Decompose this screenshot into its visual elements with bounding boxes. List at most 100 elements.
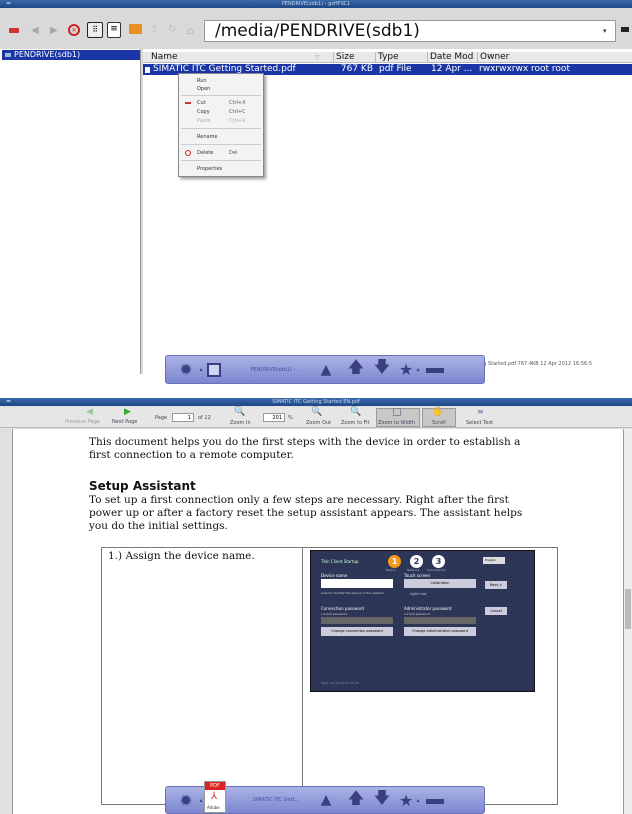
delete-icon [185,150,191,156]
select-text-button[interactable]: Select Text [466,420,493,426]
menu-shortcut: Ctrl+V [229,118,246,124]
pdf-scrollbar[interactable] [624,429,632,814]
up-icon[interactable]: ⇧ [150,24,158,35]
prev-page-icon[interactable]: ◀ [86,407,93,417]
zoom-out-button[interactable]: Zoom Out [306,420,331,426]
page-label: Page [155,415,168,421]
sort-icon: ▽ [315,54,320,61]
zoom-width-button[interactable]: Zoom to Width [378,420,415,426]
zoom-percent: % [288,415,293,421]
shot-change-admin-button: Change administrator password [404,627,476,636]
arrow-down-icon[interactable]: 🡇 [370,787,394,813]
shot-device-name-input [321,579,393,588]
list-view-icon[interactable]: ≡ [107,22,121,38]
step-1-label: 1.) Assign the device name. [108,550,255,562]
page-count: of 12 [198,415,211,421]
window-icon[interactable] [207,363,221,377]
tree-item-label: PENDRIVE(sdb1) [14,50,81,59]
select-text-icon[interactable]: ≡ [477,407,484,416]
fm-dock: ✹ ▴ PENDRIVE(sdb1) - ... ▲ 🡅 🡇 ★ ▴ [165,355,485,384]
zoom-input[interactable]: 201 [263,413,285,422]
home-icon[interactable]: ⌂ [187,24,194,37]
scroll-thumb[interactable] [625,589,631,629]
menu-item-delete[interactable]: Delete Del [179,148,261,158]
menu-arrow-icon[interactable]: ▴ [197,356,205,383]
shot-step-label-3: Connections [427,568,446,572]
scroll-icon: 🖐 [432,407,444,417]
shot-step-label-2: Network [407,568,420,572]
zoom-out-icon[interactable]: 🔍 [311,407,322,417]
shot-cancel-button: Cancel [485,607,507,615]
menu-divider [181,144,261,145]
pdf-app-icon[interactable]: PDF ⅄ Adobe [204,781,226,813]
menu-label: Properties [197,166,223,172]
next-page-icon[interactable]: ▶ [124,407,131,417]
refresh-icon[interactable]: ↻ [168,24,176,35]
section-heading: Setup Assistant [89,479,196,493]
menu-item-paste[interactable]: Paste Ctrl+V [179,116,261,126]
zoom-fit-button[interactable]: Zoom to Fit [341,420,369,426]
drive-icon[interactable] [9,28,19,33]
page-input[interactable]: 1 [172,413,194,422]
path-dropdown-icon[interactable]: ▾ [603,27,607,35]
zoom-fit-icon[interactable]: 🔍 [350,407,361,417]
shot-step-1: 1 [388,555,401,568]
shot-title: Thin Client Startup [321,559,359,564]
minimize-bar-icon[interactable] [426,368,444,373]
setup-paragraph: To set up a first connection only a few … [89,494,523,532]
pdf-menu-icon[interactable]: = [6,398,11,406]
go-icon[interactable] [621,27,629,32]
menu-item-open[interactable]: Open [179,84,261,94]
dock-task-fm[interactable]: PENDRIVE(sdb1) - ... [228,356,324,383]
menu-divider [181,95,261,96]
arrow-up-icon[interactable]: 🡅 [344,356,368,383]
shot-calibration-button: Calibration [404,579,476,588]
col-size-header[interactable]: Size [333,52,354,63]
settings-icon[interactable]: ✹ [174,356,198,383]
stop-icon[interactable]: × [68,24,80,36]
col-type-header[interactable]: Type [375,52,399,63]
arrow-down-icon[interactable]: 🡇 [370,356,394,383]
shot-right-mat: right mat [410,592,427,596]
triangle-up-icon[interactable]: ▲ [314,356,338,383]
new-folder-icon[interactable] [129,24,142,34]
arrow-up-icon[interactable]: 🡅 [344,787,368,813]
next-page-button[interactable]: Next Page [112,419,137,425]
menu-item-properties[interactable]: Properties [179,164,261,174]
file-type: pdf File [379,64,412,74]
adobe-icon: ⅄ [211,791,218,802]
menu-label: Copy [197,109,210,115]
shot-conn-current: current password [321,612,348,616]
triangle-up-icon[interactable]: ▲ [314,787,338,813]
settings-icon[interactable]: ✹ [174,787,198,813]
col-owner-header[interactable]: Owner [477,52,509,63]
fm-menu-icon[interactable]: = [6,0,11,8]
menu-label: Delete [197,150,214,156]
minimize-bar-icon[interactable] [426,799,444,804]
fm-toolbar: ◀ ▶ × ⠿ ≡ ⇧ ↻ ⌂ /media/PENDRIVE(sdb1) ▾ [0,18,632,48]
scroll-button[interactable]: Scroll [432,420,446,426]
zoom-in-button[interactable]: Zoom In [230,420,251,426]
star-arrow-icon[interactable]: ▴ [414,787,422,813]
zoom-in-icon[interactable]: 🔍 [234,407,245,417]
icon-view-icon[interactable]: ⠿ [87,22,103,38]
shot-next-button: Next > [485,581,507,589]
star-arrow-icon[interactable]: ▴ [414,356,422,383]
back-icon[interactable]: ◀ [31,25,39,36]
fm-window-title: PENDRIVE(sdb1) - gsHFXC1 [281,1,351,7]
prev-page-button[interactable]: Previous Page [65,419,100,425]
col-date-header[interactable]: Date Mod [427,52,473,63]
path-field[interactable]: /media/PENDRIVE(sdb1) [204,20,616,42]
menu-item-rename[interactable]: Rename [179,132,261,142]
drive-tree-icon [5,53,11,57]
menu-label: Paste [197,118,211,124]
fm-status-bar: ng Started.pdf 767.4KB 12 Apr 2012 16:56… [480,361,593,367]
pdf-title-bar: SIMATIC ITC Getting Started EN.pdf = [0,398,632,406]
zoom-width-icon [393,408,401,416]
tree-item-pendrive[interactable]: PENDRIVE(sdb1) [2,50,140,60]
document-area: This document helps you do the first ste… [12,429,624,814]
pdf-toolbar: ◀ Previous Page ▶ Next Page Page 1 of 12… [0,407,632,428]
forward-icon[interactable]: ▶ [50,25,58,36]
col-name-header[interactable]: Name [151,52,178,63]
dock-task-pdf[interactable]: SIMATIC ITC Gett... [230,787,322,813]
